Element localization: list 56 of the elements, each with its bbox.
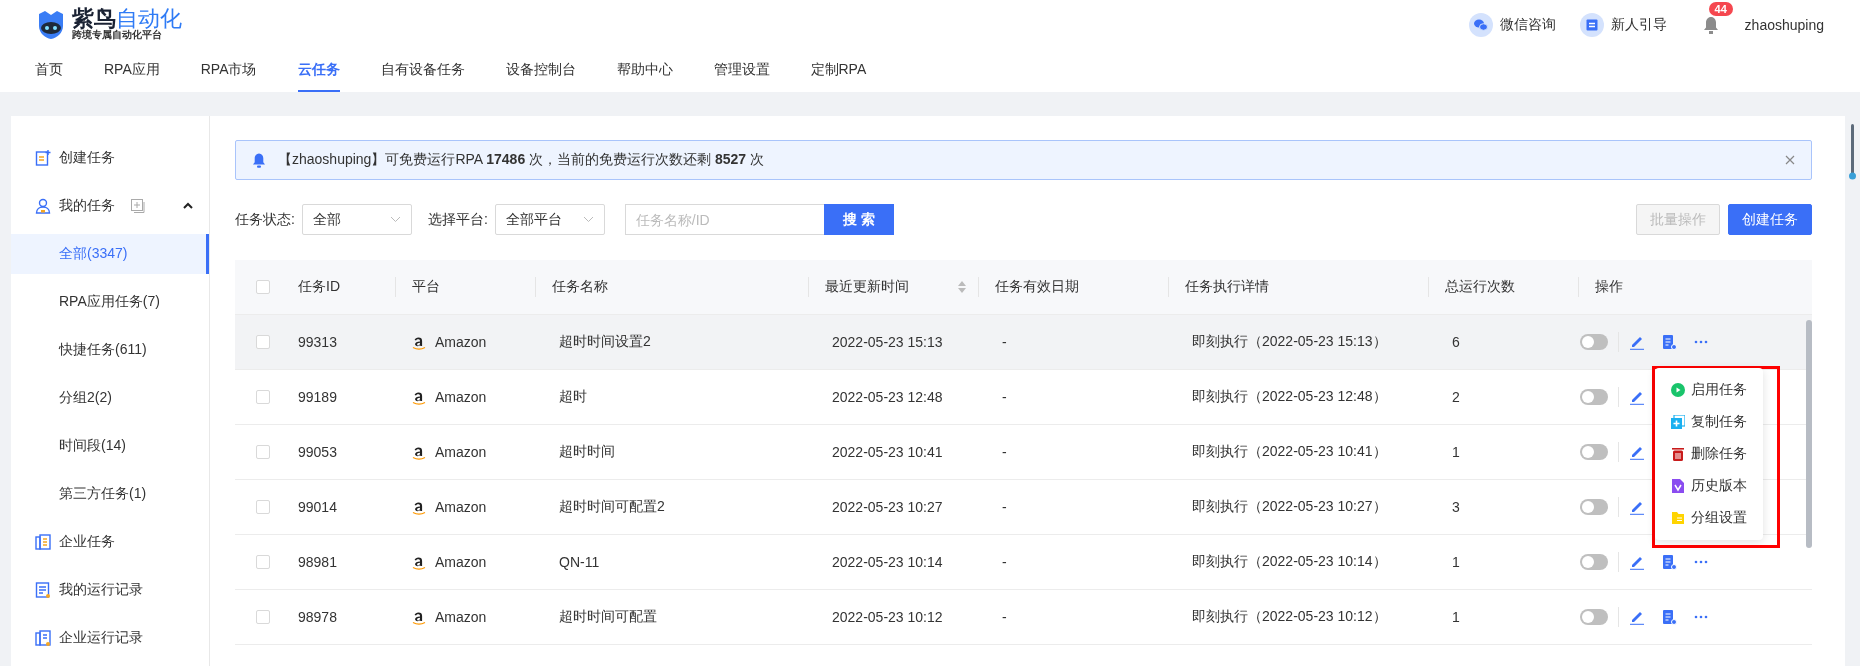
logo-title: 紫鸟自动化 [72,9,182,29]
column-header: 任务ID [298,278,340,296]
notice-text: 【zhaoshuping】可免费运行RPA 17486 次，当前的免费运行次数还剩 8527 次 [278,151,766,169]
table-cell-text: 2 [1451,389,1461,405]
table-cell-text: 2022-05-23 15:13 [831,334,944,350]
column-header: 任务执行详情 [1185,278,1269,296]
table-cell-text: - [1001,334,1008,350]
table-cell: Amazon [435,389,487,405]
column-header: 平台 [412,278,440,296]
table-cell-text: 99313 [297,334,338,350]
table-cell-text: 2022-05-23 12:48 [831,389,944,405]
table-cell: Amazon [435,554,487,570]
table-cell-text: - [1001,499,1008,515]
table-cell-text: - [1001,609,1008,625]
table-cell-text: 1 [1451,554,1461,570]
table-cell-text: 1 [1451,609,1461,625]
table-cell-text: 2022-05-23 10:14 [831,554,944,570]
table-cell: Amazon [435,499,487,515]
table-cell-text: 99014 [297,499,338,515]
table-cell-text: 2022-05-23 10:27 [831,499,944,515]
filter-label: 任务状态: [235,210,295,229]
table-cell-text: 即刻执行（2022-05-23 15:13） [1191,333,1388,351]
table-cell-text: 99189 [297,389,338,405]
table-cell-text: 超时 [558,388,588,406]
table-cell-text: 2022-05-23 10:12 [831,609,944,625]
column-header: 最近更新时间 [825,278,909,296]
table-cell-text: 3 [1451,499,1461,515]
table-cell: Amazon [435,609,487,625]
table-cell-text: 超时时间 [558,443,616,461]
table-cell-text: 98981 [297,554,338,570]
table-cell-text: QN-11 [558,554,601,570]
table-cell-text: 即刻执行（2022-05-23 10:27） [1191,498,1388,516]
column-header: 操作 [1595,278,1623,296]
table-cell-text: 99053 [297,444,338,460]
table-cell-text: 即刻执行（2022-05-23 12:48） [1191,388,1388,406]
table-cell-text: - [1001,389,1008,405]
table-cell-text: 即刻执行（2022-05-23 10:14） [1191,553,1388,571]
column-header: 任务有效日期 [995,278,1079,296]
table-cell-text: 超时时间可配置 [558,608,658,626]
table-cell-text: 1 [1451,444,1461,460]
table-cell-text: 超时时间设置2 [558,333,652,351]
table-cell-text: - [1001,554,1008,570]
table-cell-text: - [1001,444,1008,460]
table-cell-text: 即刻执行（2022-05-23 10:41） [1191,443,1388,461]
table-cell: Amazon [435,334,487,350]
column-header: 总运行次数 [1445,278,1515,296]
table-cell-text: 2022-05-23 10:41 [831,444,944,460]
notification-badge: 44 [1708,2,1733,16]
table-cell-text: 98978 [297,609,338,625]
table-cell-text: 即刻执行（2022-05-23 10:12） [1191,608,1388,626]
table-cell-text: 6 [1451,334,1461,350]
filter-label: 选择平台: [427,210,488,229]
table-cell-text: 超时时间可配置2 [558,498,666,516]
logo-subtitle: 跨境专属自动化平台 [72,29,163,41]
table-cell: Amazon [435,444,487,460]
column-header: 任务名称 [552,278,608,296]
